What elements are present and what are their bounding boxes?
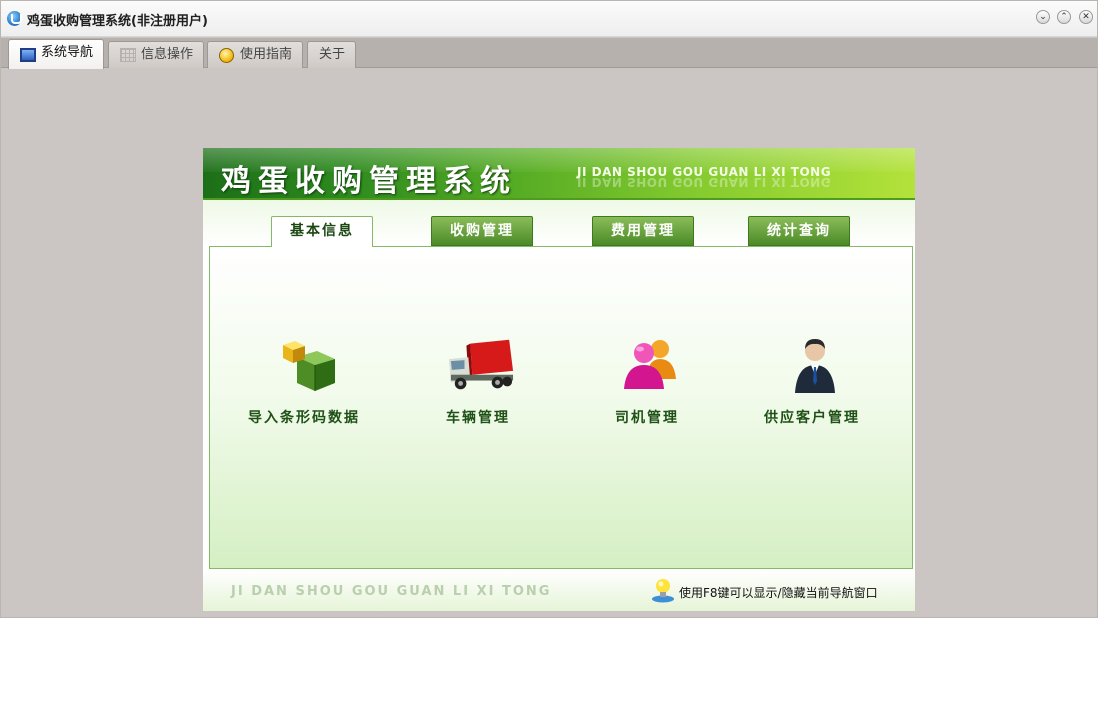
nav-item-label: 司机管理 xyxy=(615,410,679,426)
minimize-button[interactable]: ⌄ xyxy=(1036,10,1050,24)
category-tab-purchase[interactable]: 收购管理 xyxy=(431,216,533,246)
window-title: 鸡蛋收购管理系统(非注册用户) xyxy=(27,14,208,29)
tab-label: 系统导航 xyxy=(41,45,94,60)
truck-icon xyxy=(448,339,514,390)
f8-hint-text: 使用F8键可以显示/隐藏当前导航窗口 xyxy=(679,586,878,600)
close-button[interactable]: ✕ xyxy=(1079,10,1093,24)
banner-subtitle-reflection: JI DAN SHOU GOU GUAN LI XI TONG xyxy=(577,175,832,189)
nav-item-import-barcode[interactable]: 导入条形码数据 xyxy=(229,337,379,427)
nav-item-drivers[interactable]: 司机管理 xyxy=(572,337,722,427)
nav-items-area: 导入条形码数据 车辆管理 司机管理 供应客户管理 xyxy=(209,246,913,569)
nav-item-label: 导入条形码数据 xyxy=(248,410,360,426)
nav-item-vehicles[interactable]: 车辆管理 xyxy=(403,337,553,427)
tab-label: 使用指南 xyxy=(240,47,293,62)
app-window: 鸡蛋收购管理系统(非注册用户) ⌄ ⌃ ✕ 系统导航 信息操作 使用指南 关于 … xyxy=(0,0,1098,618)
lightbulb-icon xyxy=(652,579,674,603)
tab-system-navigation[interactable]: 系统导航 xyxy=(8,39,105,69)
app-logo-icon xyxy=(7,11,22,26)
banner-title: 鸡蛋收购管理系统 xyxy=(221,164,517,199)
banner: 鸡蛋收购管理系统 JI DAN SHOU GOU GUAN LI XI TONG… xyxy=(203,148,915,200)
main-tab-strip: 系统导航 信息操作 使用指南 关于 xyxy=(1,38,1097,69)
category-tab-expenses[interactable]: 费用管理 xyxy=(592,216,694,246)
businessman-icon xyxy=(795,339,835,393)
navigation-panel: 鸡蛋收购管理系统 JI DAN SHOU GOU GUAN LI XI TONG… xyxy=(203,148,915,611)
tab-label: 关于 xyxy=(319,47,346,62)
footer-subtitle: JI DAN SHOU GOU GUAN LI XI TONG xyxy=(231,584,552,599)
tab-user-guide[interactable]: 使用指南 xyxy=(207,41,304,68)
panel-footer: JI DAN SHOU GOU GUAN LI XI TONG 使用F8键可以显… xyxy=(203,570,915,611)
grid-icon xyxy=(120,48,136,62)
users-icon xyxy=(624,340,676,389)
title-bar: 鸡蛋收购管理系统(非注册用户) ⌄ ⌃ ✕ xyxy=(1,1,1097,37)
monitor-icon xyxy=(20,48,36,62)
category-tab-basic-info[interactable]: 基本信息 xyxy=(271,216,373,247)
nav-item-label: 供应客户管理 xyxy=(764,410,860,426)
category-tab-statistics[interactable]: 统计查询 xyxy=(748,216,850,246)
tab-info-operation[interactable]: 信息操作 xyxy=(108,41,205,68)
tab-about[interactable]: 关于 xyxy=(307,41,357,68)
boxes-icon xyxy=(283,341,335,391)
nav-item-label: 车辆管理 xyxy=(446,410,510,426)
nav-item-suppliers[interactable]: 供应客户管理 xyxy=(737,337,887,427)
tab-label: 信息操作 xyxy=(141,47,194,62)
restore-button[interactable]: ⌃ xyxy=(1057,10,1071,24)
blank-area xyxy=(0,618,1098,723)
guide-icon xyxy=(219,48,234,63)
